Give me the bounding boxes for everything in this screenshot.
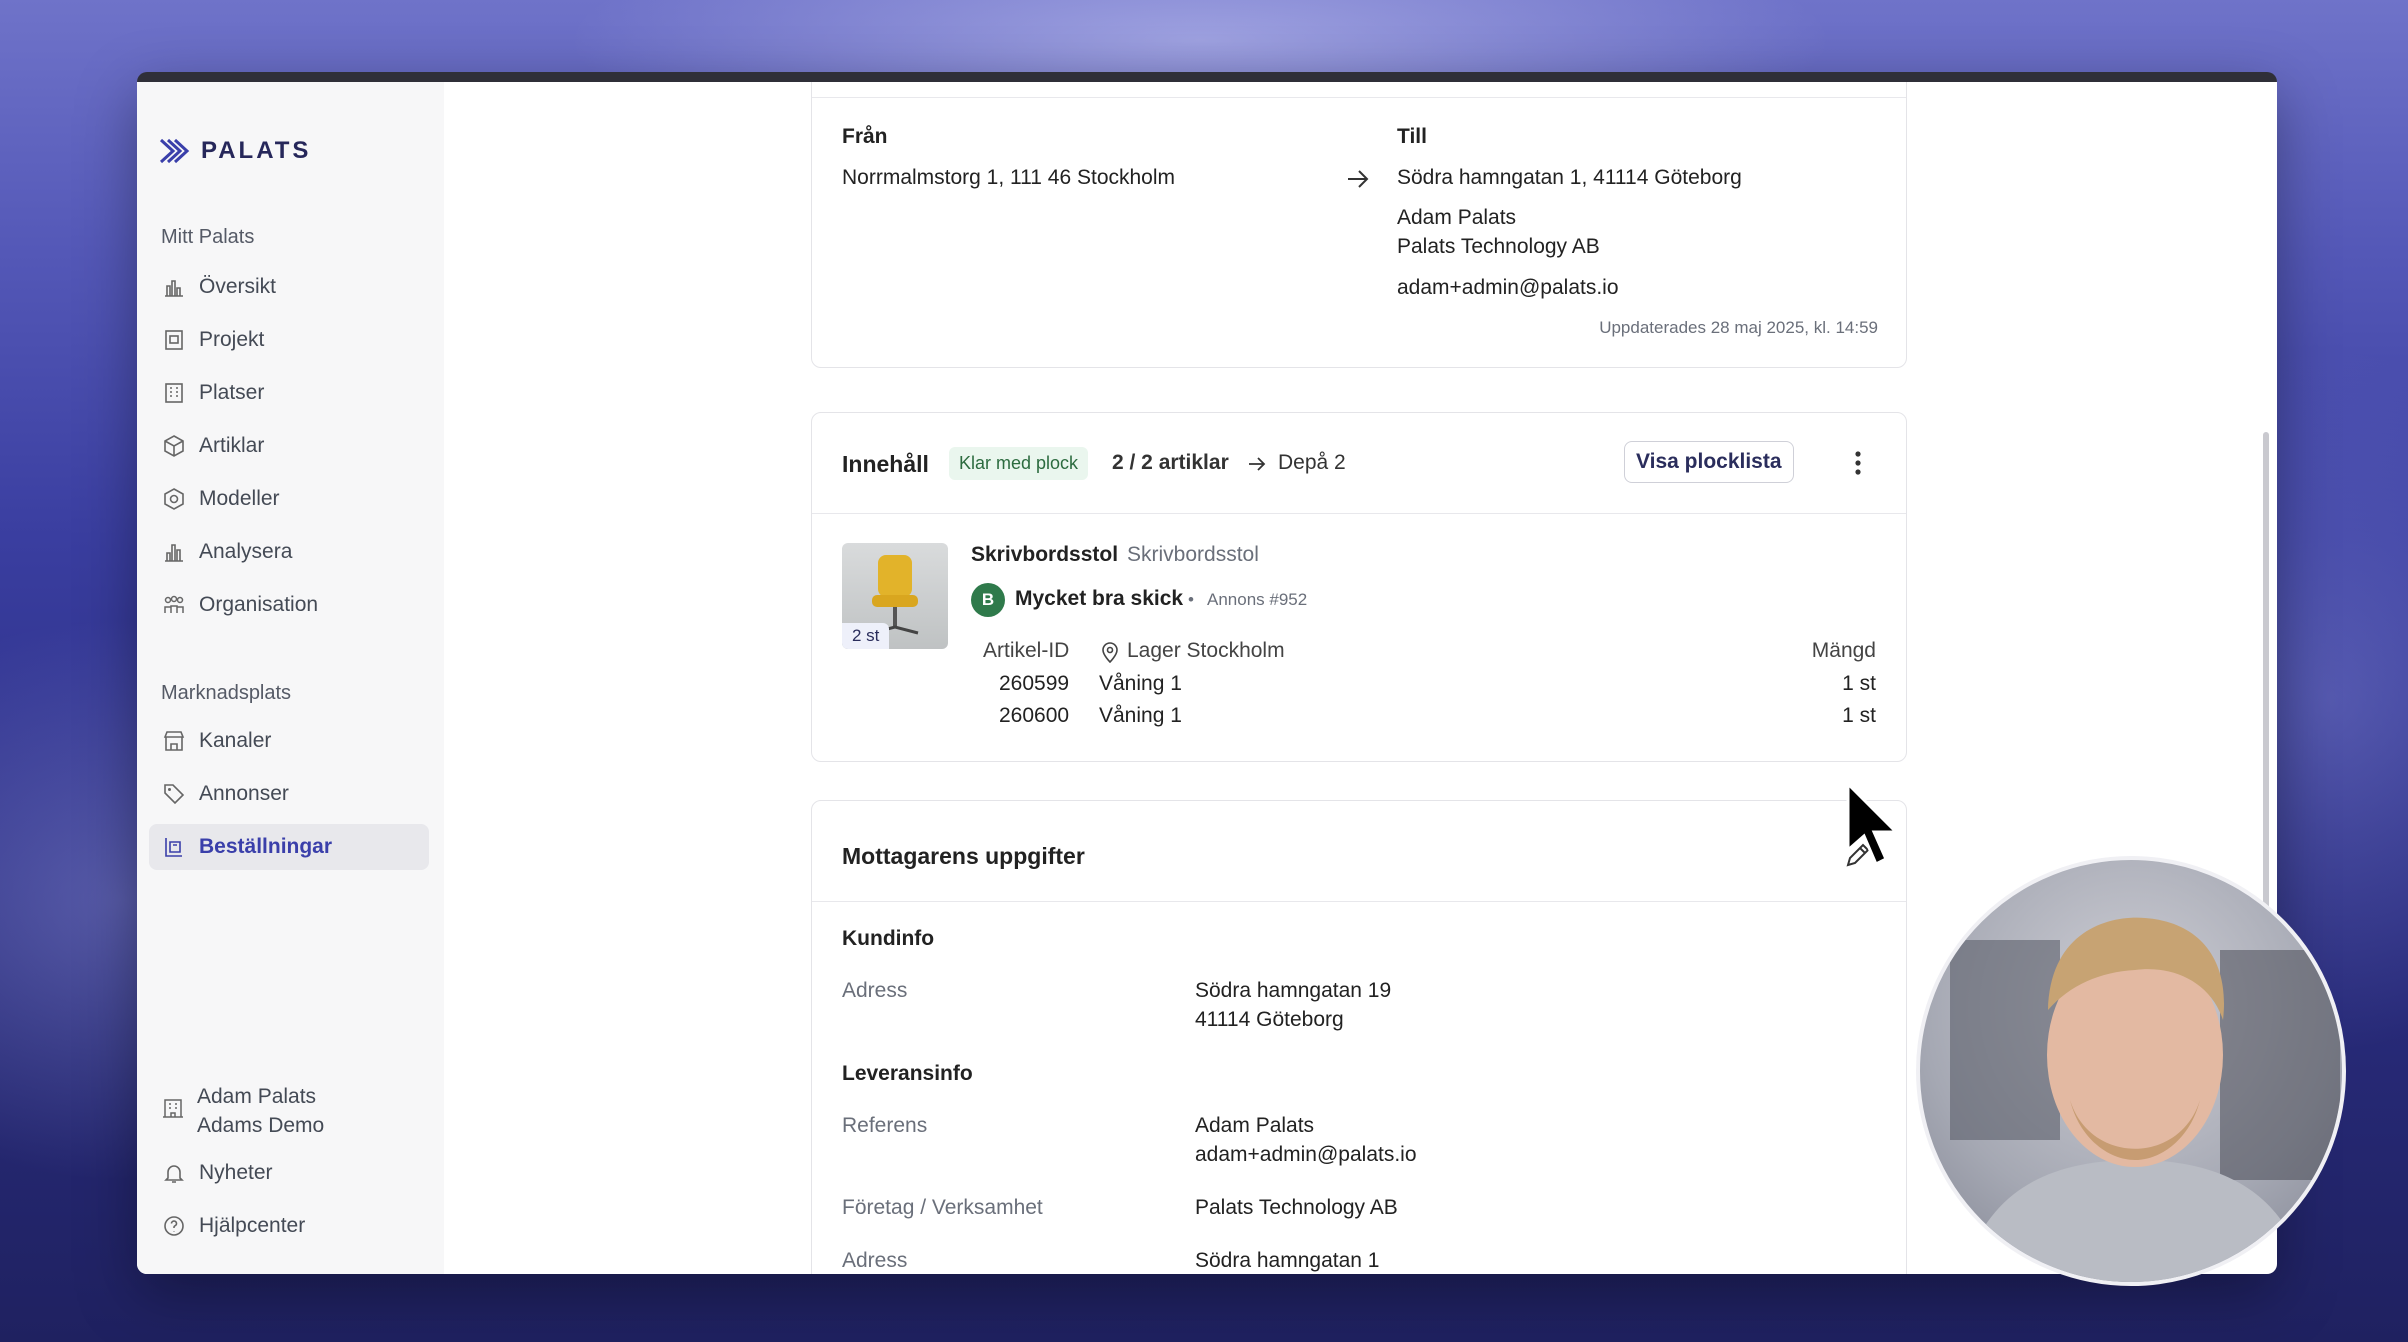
- grade-badge: B: [971, 583, 1005, 617]
- reference-label: Referens: [842, 1114, 928, 1137]
- sidebar-item-label: Artiklar: [199, 434, 265, 457]
- address-line2: 41114 Göteborg: [1195, 1008, 1344, 1031]
- sidebar: PALATS Mitt Palats Översikt Projekt Plat…: [137, 82, 444, 1274]
- arrow-right-icon: [1348, 170, 1369, 188]
- sidebar-item-label: Kanaler: [199, 729, 272, 752]
- account-name: Adam Palats: [197, 1085, 317, 1108]
- people-icon: [161, 592, 187, 618]
- sidebar-item-modeller[interactable]: Modeller: [149, 476, 429, 522]
- depot-label: Depå 2: [1278, 451, 1346, 474]
- address-line1: Södra hamngatan 19: [1195, 979, 1392, 1002]
- sidebar-item-label: Översikt: [199, 275, 277, 298]
- hexagon-icon: [161, 486, 187, 512]
- mouse-cursor-icon: [1846, 782, 1900, 867]
- reference-email: adam+admin@palats.io: [1195, 1143, 1417, 1166]
- sidebar-item-label: Hjälpcenter: [199, 1214, 306, 1237]
- sidebar-item-annonser[interactable]: Annonser: [149, 771, 429, 817]
- building-icon: [161, 380, 187, 406]
- to-name: Adam Palats: [1397, 206, 1517, 229]
- sidebar-item-projekt[interactable]: Projekt: [149, 317, 429, 363]
- project-icon: [161, 327, 187, 353]
- location-pin-icon: [1102, 642, 1118, 663]
- account-org: Adams Demo: [197, 1114, 325, 1137]
- from-label: Från: [842, 125, 888, 148]
- status-badge: Klar med plock: [949, 447, 1089, 480]
- sidebar-item-organisation[interactable]: Organisation: [149, 582, 429, 628]
- thumbnail-quantity: 2 st: [842, 623, 890, 649]
- chart-icon: [161, 274, 187, 300]
- sidebar-item-label: Beställningar: [199, 835, 333, 858]
- address2-value: Södra hamngatan 1: [1195, 1249, 1380, 1272]
- sidebar-item-label: Projekt: [199, 328, 265, 351]
- recipient-title: Mottagarens uppgifter: [842, 843, 1085, 869]
- sidebar-item-oversikt[interactable]: Översikt: [149, 264, 429, 310]
- recipient-card: Mottagarens uppgifter Kundinfo Adress Sö…: [811, 800, 1907, 1274]
- floor: Våning 1: [1099, 672, 1182, 695]
- address2-label: Adress: [842, 1249, 908, 1272]
- brand-name: PALATS: [201, 137, 312, 164]
- quantity: 1 st: [1842, 672, 1876, 695]
- more-options-icon[interactable]: [1853, 449, 1863, 477]
- orders-icon: [161, 834, 187, 860]
- arrow-right-icon: [1249, 457, 1266, 471]
- quantity: 1 st: [1842, 704, 1876, 727]
- sidebar-item-kanaler[interactable]: Kanaler: [149, 718, 429, 764]
- article-count: 2 / 2 artiklar: [1112, 451, 1229, 474]
- account-switcher[interactable]: Adam Palats Adams Demo: [161, 1082, 324, 1140]
- floor: Våning 1: [1099, 704, 1182, 727]
- sidebar-item-analysera[interactable]: Analysera: [149, 529, 429, 575]
- bar-chart-icon: [161, 539, 187, 565]
- address-label: Adress: [842, 979, 908, 1002]
- list-item[interactable]: 2 st Skrivbordsstol Skrivbordsstol B Myc…: [812, 513, 1906, 761]
- building-icon: [163, 1099, 183, 1118]
- to-company: Palats Technology AB: [1397, 235, 1600, 258]
- product-image: 2 st: [842, 543, 948, 649]
- ad-number: Annons #952: [1207, 590, 1308, 609]
- shipping-card: Från Norrmalmstorg 1, 111 46 Stockholm T…: [811, 82, 1907, 368]
- company-value: Palats Technology AB: [1195, 1196, 1398, 1219]
- sidebar-item-bestallningar[interactable]: Beställningar: [149, 824, 429, 870]
- separator-dot: •: [1188, 590, 1194, 609]
- article-id: 260599: [999, 672, 1070, 695]
- delivery-info-heading: Leveransinfo: [842, 1062, 973, 1085]
- webcam-overlay: [1916, 856, 2346, 1286]
- from-address: Norrmalmstorg 1, 111 46 Stockholm: [842, 166, 1176, 189]
- location-label: Lager Stockholm: [1127, 639, 1285, 662]
- sidebar-item-hjalpcenter[interactable]: Hjälpcenter: [149, 1203, 429, 1249]
- contents-card: Innehåll Klar med plock 2 / 2 artiklar D…: [811, 412, 1907, 762]
- sidebar-item-label: Nyheter: [199, 1161, 273, 1184]
- show-picklist-button[interactable]: Visa plocklista: [1624, 441, 1794, 483]
- company-label: Företag / Verksamhet: [842, 1196, 1043, 1219]
- sidebar-item-label: Organisation: [199, 593, 319, 616]
- sidebar-item-platser[interactable]: Platser: [149, 370, 429, 416]
- sidebar-item-nyheter[interactable]: Nyheter: [149, 1150, 429, 1196]
- customer-info-heading: Kundinfo: [842, 927, 935, 950]
- section-label-marknadsplats: Marknadsplats: [161, 682, 292, 704]
- box-icon: [161, 433, 187, 459]
- to-email: adam+admin@palats.io: [1397, 276, 1619, 299]
- palats-logo-icon: [159, 138, 190, 164]
- item-category: Skrivbordsstol: [1127, 543, 1259, 566]
- sidebar-item-label: Annonser: [199, 782, 289, 805]
- updated-timestamp: Uppdaterades 28 maj 2025, kl. 14:59: [1599, 318, 1878, 337]
- sidebar-item-label: Platser: [199, 381, 265, 404]
- sidebar-item-label: Modeller: [199, 487, 280, 510]
- section-label-my-palats: Mitt Palats: [161, 226, 255, 248]
- bell-icon: [161, 1160, 187, 1186]
- condition-label: Mycket bra skick: [1015, 587, 1184, 610]
- to-address: Södra hamngatan 1, 41114 Göteborg: [1397, 166, 1742, 189]
- contents-title: Innehåll: [842, 451, 929, 477]
- column-header-article-id: Artikel-ID: [983, 639, 1070, 662]
- store-icon: [161, 728, 187, 754]
- article-id: 260600: [999, 704, 1070, 727]
- sidebar-item-artiklar[interactable]: Artiklar: [149, 423, 429, 469]
- help-icon: [161, 1213, 187, 1239]
- logo[interactable]: PALATS: [159, 136, 311, 166]
- reference-name: Adam Palats: [1195, 1114, 1315, 1137]
- to-label: Till: [1397, 125, 1427, 148]
- sidebar-item-label: Analysera: [199, 540, 293, 563]
- column-header-quantity: Mängd: [1811, 639, 1876, 662]
- item-name: Skrivbordsstol: [971, 543, 1119, 566]
- tag-icon: [161, 781, 187, 807]
